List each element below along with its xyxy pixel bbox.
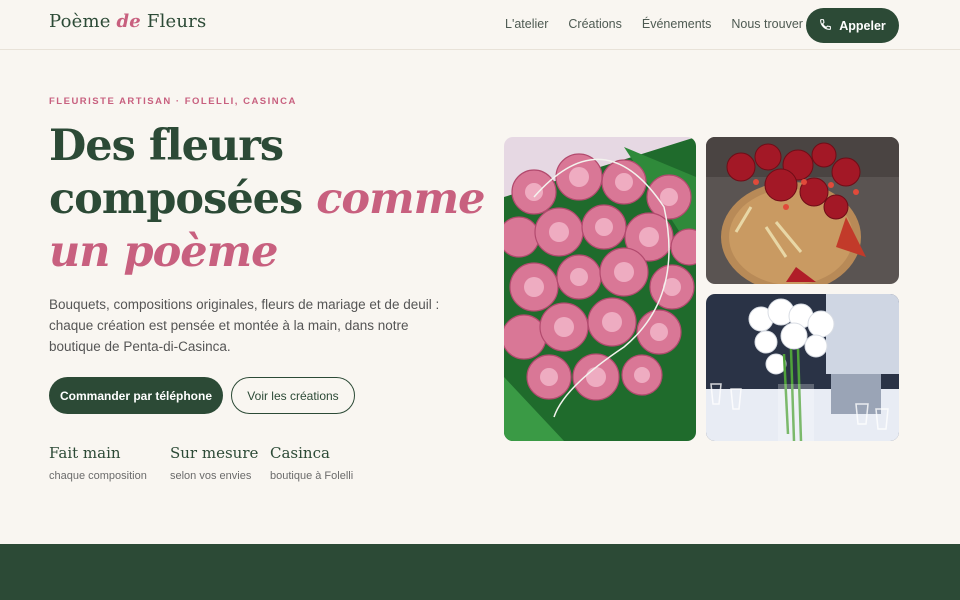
nav-link-creations[interactable]: Créations [568, 17, 622, 31]
red-floral-arrangement-photo [706, 137, 899, 284]
call-button[interactable]: Appeler [806, 8, 899, 43]
nav-link-nous-trouver[interactable]: Nous trouver [731, 17, 803, 31]
view-creations-button[interactable]: Voir les créations [231, 377, 355, 414]
hero-title: Des fleurs composées comme un poème [49, 120, 499, 279]
nav-link-atelier[interactable]: L'atelier [505, 17, 548, 31]
feature-subtitle: chaque composition [49, 470, 147, 482]
nav-link-evenements[interactable]: Événements [642, 17, 711, 31]
brand-name-accent: de [116, 11, 141, 32]
hero-kicker: FLEURISTE ARTISAN · FOLELLI, CASINCA [49, 96, 297, 107]
feature-title: Casinca [270, 444, 330, 462]
main-nav: L'atelier Créations Événements Nous trou… [505, 17, 803, 31]
feature-handmade: Fait main chaque composition [49, 444, 147, 482]
call-button-label: Appeler [839, 18, 886, 33]
brand-logo[interactable]: Poème de Fleurs [49, 11, 206, 32]
pink-roses-bouquet-photo [504, 137, 696, 441]
feature-subtitle: boutique à Folelli [270, 470, 354, 482]
hero-title-line1: Des fleurs [49, 121, 284, 171]
feature-location: Casinca boutique à Folelli [270, 444, 353, 482]
feature-custom: Sur mesure selon vos envies [170, 444, 258, 482]
feature-title: Sur mesure [170, 444, 259, 462]
white-orchid-centerpiece-photo [706, 294, 899, 441]
brand-name-part1: Poème [49, 11, 117, 32]
phone-icon [819, 18, 832, 34]
footer-band [0, 544, 960, 600]
hero-title-line2: composées [49, 174, 317, 224]
order-by-phone-button[interactable]: Commander par téléphone [49, 377, 223, 414]
feature-subtitle: selon vos envies [170, 470, 252, 482]
brand-name-part2: Fleurs [140, 11, 207, 32]
site-header: Poème de Fleurs L'atelier Créations Évén… [0, 0, 960, 50]
hero-lead: Bouquets, compositions originales, fleur… [49, 297, 440, 354]
feature-title: Fait main [49, 444, 121, 462]
